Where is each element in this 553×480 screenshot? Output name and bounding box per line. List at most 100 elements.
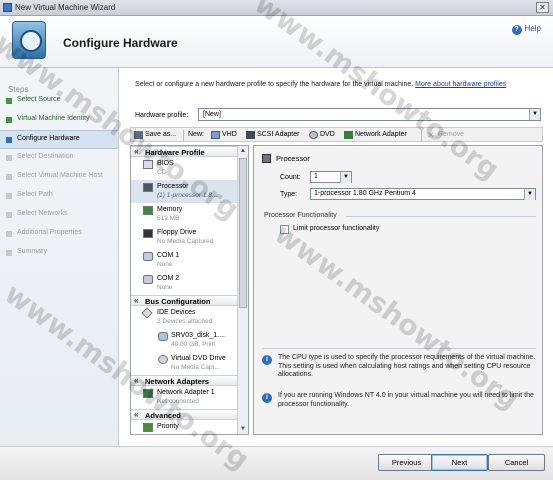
hardware-tree: « Hardware Profile BIOS CD Processor (1) 1-…	[130, 145, 249, 435]
info-icon: i	[262, 393, 272, 403]
processor-icon	[143, 183, 153, 192]
scroll-up-icon[interactable]: ▲	[238, 146, 248, 156]
processor-type-select[interactable]: 1-processor 1.80 GHz Pentium 4 ▼	[310, 188, 536, 200]
save-as-button[interactable]: Save as...	[134, 130, 176, 141]
new-network-adapter-button[interactable]: Network Adapter	[344, 130, 407, 141]
count-label: Count:	[280, 174, 301, 181]
section-bus-configuration[interactable]: « Bus Configuration	[131, 295, 248, 306]
dvd-icon	[309, 131, 318, 139]
tree-item-processor[interactable]: Processor (1) 1-processor 1.8...	[131, 180, 248, 203]
step-virtual-machine-identity[interactable]: Virtual Machine Identity	[0, 111, 118, 130]
save-as-label: Save as...	[145, 131, 177, 138]
checkbox-icon[interactable]	[280, 225, 289, 234]
step-select-source[interactable]: Select Source	[0, 92, 118, 111]
wizard-header: Configure Hardware ? Help	[0, 16, 553, 68]
step-label: Select Source	[17, 96, 61, 103]
new-vhd-button[interactable]: VHD	[211, 130, 237, 141]
info-divider	[262, 348, 536, 349]
intro-text: Select or configure a new hardware profi…	[135, 80, 530, 89]
item-name: IDE Devices	[157, 309, 196, 316]
type-value: 1-processor 1.80 GHz Pentium 4	[314, 190, 416, 197]
next-button[interactable]: Next	[431, 454, 488, 471]
item-name: COM 2	[157, 275, 180, 282]
tree-item-priority[interactable]: Priority	[131, 420, 248, 434]
wizard-footer: Previous Next Cancel	[0, 446, 553, 480]
step-configure-hardware[interactable]: Configure Hardware	[0, 130, 118, 149]
step-select-path: Select Path	[0, 187, 118, 206]
tree-item-network-adapter-1[interactable]: Network Adapter 1 Not connected	[131, 386, 248, 409]
new-scsi-adapter-button[interactable]: SCSI Adapter	[246, 130, 299, 141]
tree-item-com2[interactable]: COM 2 None	[131, 272, 248, 295]
close-icon[interactable]: ✕	[536, 2, 549, 13]
step-pending-icon	[6, 212, 12, 218]
chevron-down-icon[interactable]: ▼	[340, 172, 351, 183]
step-select-destination: Select Destination	[0, 149, 118, 168]
help-link[interactable]: ? Help	[511, 24, 541, 35]
section-label: Hardware Profile	[145, 148, 205, 157]
step-select-host: Select Virtual Machine Host	[0, 168, 118, 187]
info-text: The CPU type is used to specify the proc…	[278, 354, 536, 378]
ide-devices-icon	[141, 307, 153, 319]
cancel-button[interactable]: Cancel	[488, 454, 545, 471]
hardware-profile-label: Hardware profile:	[135, 112, 189, 119]
section-advanced[interactable]: « Advanced	[131, 409, 248, 420]
chevron-down-icon[interactable]: ▼	[524, 189, 535, 200]
tree-item-virtual-dvd-drive[interactable]: Virtual DVD Drive No Media Capt...	[131, 352, 248, 375]
item-name: Floppy Drive	[157, 229, 197, 236]
network-adapter-label: Network Adapter	[355, 131, 407, 138]
detail-title-label: Processor	[276, 154, 310, 163]
item-name: COM 1	[157, 252, 180, 259]
steps-heading: Steps	[8, 85, 29, 94]
more-about-hardware-link[interactable]: More about hardware profiles	[415, 81, 506, 88]
scroll-down-icon[interactable]: ▼	[238, 424, 248, 434]
remove-label: Remove	[438, 131, 465, 138]
section-label: Advanced	[145, 411, 181, 420]
step-pending-icon	[6, 231, 12, 237]
processor-detail-panel: Processor Count: 1 ▼ Type: 1-processor 1.…	[253, 145, 543, 435]
item-name: Processor	[157, 183, 189, 190]
limit-processor-checkbox[interactable]: Limit processor functionality	[280, 225, 379, 234]
tree-item-virtual-disk[interactable]: SRV03_disk_1.... 40.00 GB, Prim	[131, 329, 248, 352]
step-label: Summary	[17, 248, 47, 255]
hardware-profile-value: [New]	[203, 111, 221, 118]
info-text: If you are running Windows NT 4.0 in you…	[278, 392, 534, 408]
item-sub: CD	[157, 169, 167, 176]
item-name: Memory	[157, 206, 183, 213]
tree-item-ide-devices[interactable]: IDE Devices 2 Devices attached	[131, 306, 248, 329]
type-label: Type:	[280, 191, 298, 198]
tree-item-memory[interactable]: Memory 512 MB	[131, 203, 248, 226]
tree-item-com1[interactable]: COM 1 None	[131, 249, 248, 272]
network-adapter-icon	[344, 131, 353, 139]
new-dvd-button[interactable]: DVD	[309, 130, 335, 141]
step-label: Select Virtual Machine Host	[17, 172, 103, 179]
previous-button[interactable]: Previous	[378, 454, 435, 471]
step-pending-icon	[6, 155, 12, 161]
tree-item-bios[interactable]: BIOS CD	[131, 157, 248, 180]
item-sub: 2 Devices attached	[157, 318, 213, 325]
chevron-down-icon[interactable]: ▼	[529, 109, 540, 120]
tree-scrollbar[interactable]: ▲ ▼	[237, 146, 248, 434]
tree-item-floppy-drive[interactable]: Floppy Drive No Media Captured	[131, 226, 248, 249]
section-network-adapters[interactable]: « Network Adapters	[131, 375, 248, 386]
step-done-icon	[6, 98, 12, 104]
remove-button[interactable]: ✕ Remove	[427, 130, 464, 141]
wizard-icon	[12, 21, 46, 59]
step-summary: Summary	[0, 244, 118, 263]
virtual-disk-icon	[158, 332, 168, 341]
memory-icon	[143, 206, 153, 215]
hardware-profile-select[interactable]: [New] ▼	[198, 108, 541, 121]
item-sub: (1) 1-processor 1.8...	[157, 192, 218, 199]
count-select[interactable]: 1 ▼	[310, 171, 352, 183]
info-icon: i	[262, 355, 272, 365]
item-sub: Not connected	[157, 398, 199, 405]
section-hardware-profile[interactable]: « Hardware Profile	[131, 146, 248, 157]
scrollbar-thumb[interactable]	[239, 158, 247, 308]
dvd-label: DVD	[320, 131, 335, 138]
detail-title: Processor	[262, 154, 310, 163]
com-port-icon	[143, 252, 153, 261]
step-current-icon	[6, 137, 12, 143]
com-port-icon	[143, 275, 153, 284]
collapse-icon: «	[134, 376, 139, 385]
bios-icon	[143, 160, 153, 169]
collapse-icon: «	[134, 296, 139, 305]
